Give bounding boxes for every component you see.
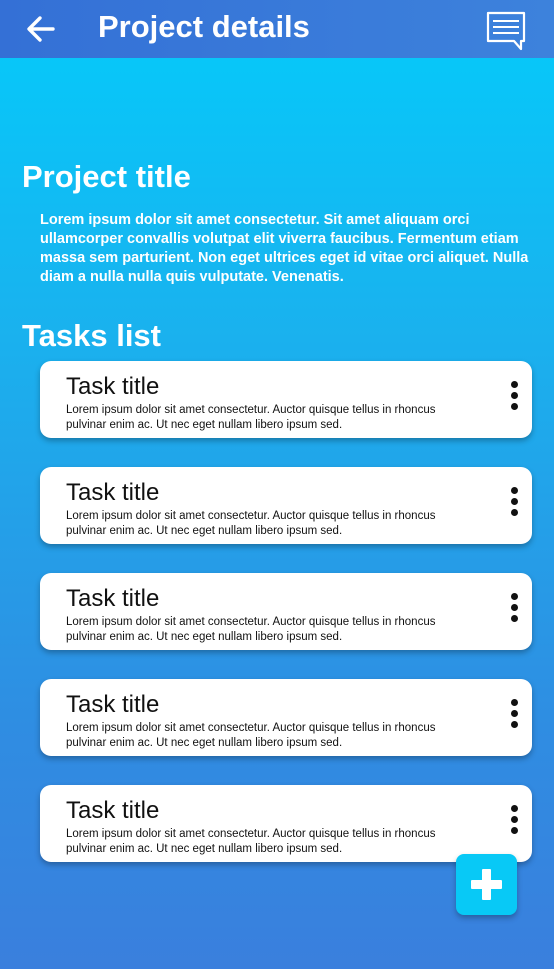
project-title: Project title <box>22 159 191 194</box>
task-description: Lorem ipsum dolor sit amet consectetur. … <box>66 722 436 749</box>
task-title: Task title <box>66 797 160 824</box>
more-options-button[interactable] <box>504 699 524 731</box>
message-icon <box>486 11 526 51</box>
task-list: Task title Lorem ipsum dolor sit amet co… <box>40 361 532 891</box>
more-options-button[interactable] <box>504 487 524 519</box>
tasks-heading: Tasks list <box>22 318 162 353</box>
arrow-left-icon <box>27 16 55 42</box>
task-description: Lorem ipsum dolor sit amet consectetur. … <box>66 828 436 855</box>
task-description: Lorem ipsum dolor sit amet consectetur. … <box>66 404 436 431</box>
task-title: Task title <box>66 373 160 400</box>
more-vertical-icon <box>504 699 524 728</box>
task-title: Task title <box>66 691 160 718</box>
add-task-button[interactable] <box>456 854 517 915</box>
task-card[interactable]: Task title Lorem ipsum dolor sit amet co… <box>40 679 532 756</box>
more-vertical-icon <box>504 381 524 410</box>
task-card[interactable]: Task title Lorem ipsum dolor sit amet co… <box>40 467 532 544</box>
task-title: Task title <box>66 479 160 506</box>
task-card[interactable]: Task title Lorem ipsum dolor sit amet co… <box>40 361 532 438</box>
more-vertical-icon <box>504 487 524 516</box>
more-options-button[interactable] <box>504 381 524 413</box>
page-title: Project details <box>98 9 310 44</box>
task-description: Lorem ipsum dolor sit amet consectetur. … <box>66 616 436 643</box>
task-title: Task title <box>66 585 160 612</box>
more-options-button[interactable] <box>504 805 524 837</box>
task-description: Lorem ipsum dolor sit amet consectetur. … <box>66 510 436 537</box>
comments-button[interactable] <box>484 10 528 52</box>
more-vertical-icon <box>504 593 524 622</box>
more-options-button[interactable] <box>504 593 524 625</box>
task-card[interactable]: Task title Lorem ipsum dolor sit amet co… <box>40 573 532 650</box>
more-vertical-icon <box>504 805 524 834</box>
project-description: Lorem ipsum dolor sit amet consectetur. … <box>40 212 529 285</box>
plus-icon <box>471 869 502 900</box>
back-button[interactable] <box>22 10 60 48</box>
task-card[interactable]: Task title Lorem ipsum dolor sit amet co… <box>40 785 532 862</box>
app-header: Project details <box>0 0 554 58</box>
